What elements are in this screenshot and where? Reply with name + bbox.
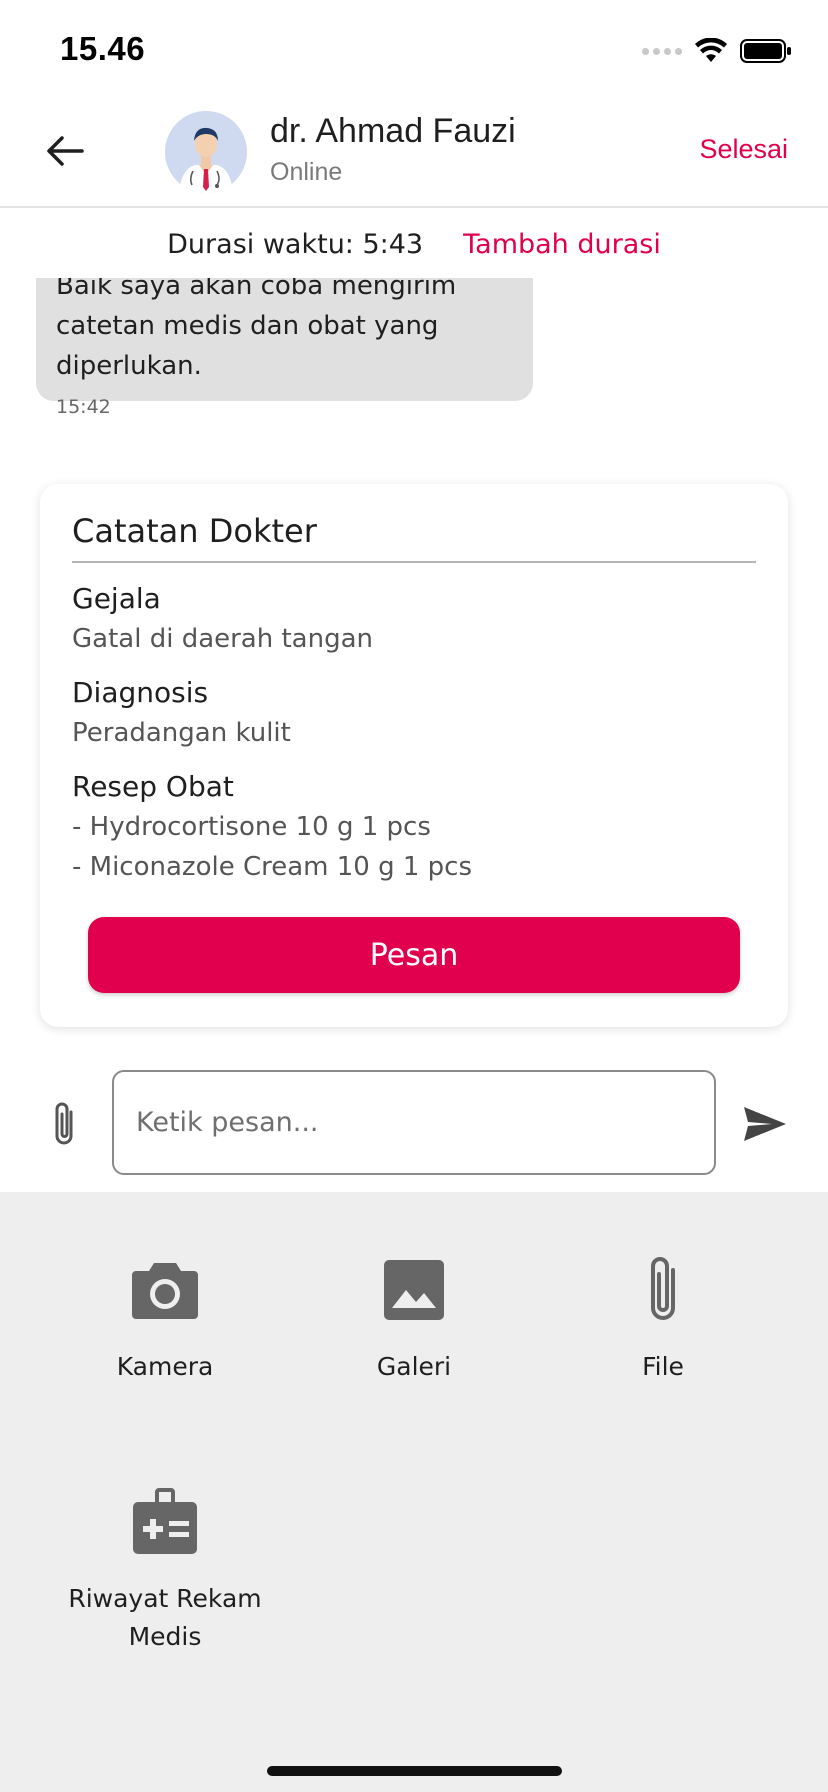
doctor-note-card: Catatan Dokter Gejala Gatal di daerah ta… xyxy=(40,484,788,1027)
diagnosis-value: Peradangan kulit xyxy=(72,718,291,748)
paperclip-icon xyxy=(55,1102,73,1145)
camera-icon xyxy=(127,1252,203,1328)
doctor-name: dr. Ahmad Fauzi xyxy=(270,112,516,150)
prescription-item: - Miconazole Cream 10 g 1 pcs xyxy=(72,852,473,882)
attach-option-label: Galeri xyxy=(376,1352,452,1381)
prescription-item: - Hydrocortisone 10 g 1 pcs xyxy=(72,812,431,842)
duration-bar: Durasi waktu: 5:43 Tambah durasi xyxy=(0,210,828,278)
status-bar: 15.46 xyxy=(0,0,828,96)
finish-button[interactable]: Selesai xyxy=(699,134,788,165)
medical-record-icon xyxy=(127,1484,203,1560)
attach-option-label: Kamera xyxy=(116,1352,214,1381)
chat-header: dr. Ahmad Fauzi Online Selesai xyxy=(0,96,828,208)
battery-icon xyxy=(740,39,791,63)
prescription-label: Resep Obat xyxy=(72,770,234,803)
wifi-icon xyxy=(695,38,727,62)
image-icon xyxy=(376,1252,452,1328)
message-timestamp: 15:42 xyxy=(56,396,111,418)
attachment-panel: Kamera Galeri File Riwayat Rekam Medis xyxy=(0,1192,828,1792)
attach-option-medical-record[interactable]: Riwayat Rekam Medis xyxy=(65,1484,265,1656)
send-button[interactable] xyxy=(738,1100,792,1148)
attach-option-camera[interactable]: Kamera xyxy=(65,1252,265,1386)
add-duration-button[interactable]: Tambah durasi xyxy=(463,229,661,260)
cellular-signal-icon xyxy=(642,47,682,55)
symptoms-value: Gatal di daerah tangan xyxy=(72,624,374,654)
attach-option-label: File xyxy=(642,1352,684,1381)
message-composer xyxy=(0,1060,828,1192)
order-button[interactable]: Pesan xyxy=(88,917,740,993)
attach-option-label: Riwayat Rekam Medis xyxy=(68,1584,262,1651)
back-button[interactable] xyxy=(40,126,90,176)
diagnosis-label: Diagnosis xyxy=(72,676,209,709)
doctor-note-title: Catatan Dokter xyxy=(72,512,317,550)
status-time: 15.46 xyxy=(60,30,146,67)
status-icons xyxy=(642,36,792,66)
message-text: Baik saya akan coba mengirim catetan med… xyxy=(56,278,457,381)
doctor-avatar xyxy=(165,111,247,193)
send-icon xyxy=(744,1107,786,1141)
symptoms-label: Gejala xyxy=(72,582,161,615)
message-bubble: Baik saya akan coba mengirim catetan med… xyxy=(36,278,533,418)
home-indicator[interactable] xyxy=(267,1766,562,1776)
attach-option-gallery[interactable]: Galeri xyxy=(314,1252,514,1386)
attach-button[interactable] xyxy=(44,1096,84,1152)
message-input[interactable] xyxy=(112,1070,716,1175)
doctor-avatar-illustration xyxy=(165,111,247,193)
doctor-online-status: Online xyxy=(270,158,343,186)
divider xyxy=(72,561,756,563)
attach-option-file[interactable]: File xyxy=(563,1252,763,1386)
paperclip-icon xyxy=(625,1252,701,1328)
duration-timer: Durasi waktu: 5:43 xyxy=(167,228,424,260)
arrow-left-icon xyxy=(47,136,84,166)
